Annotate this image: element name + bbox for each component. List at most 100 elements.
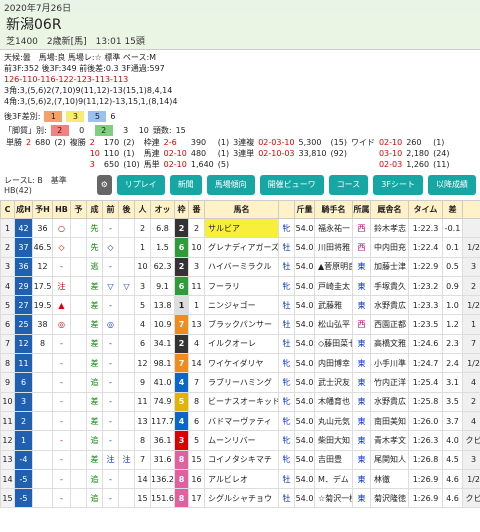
diff-label: 頭数:	[152, 125, 172, 135]
trainer-name[interactable]: 鈴木孝志	[370, 217, 409, 239]
newspaper-button[interactable]: 新聞	[169, 175, 202, 195]
extra-cell	[462, 217, 480, 239]
jockey-name[interactable]: 丸山元気	[314, 410, 353, 432]
gear-icon[interactable]: ⚙	[97, 175, 112, 195]
horse-name[interactable]: フーラリ	[204, 275, 279, 297]
trainer-name[interactable]: 高橋文雅	[370, 333, 409, 355]
horse-name[interactable]: アルビレオ	[204, 468, 279, 490]
trainer-name[interactable]: 小手川準	[370, 353, 409, 374]
course-button[interactable]: コース	[328, 175, 369, 195]
zen-cell: ▽	[102, 275, 119, 297]
result-row[interactable]: 2 37 46.5 ◇ 先 ◇ 1 1.5 6 10 グレナディアガーズ牡 54.0 川田将雅西中内田充…	[0, 237, 480, 258]
track-trend-button[interactable]: 馬場傾向	[206, 175, 255, 195]
result-row[interactable]: 9 6- 追 -9 41.0 4 7 ラブリーハミング牝 54.0 武士沢友東竹内正洋 1:25.4…	[0, 372, 480, 393]
horse-name[interactable]: コイノタシキマチ	[204, 449, 279, 470]
payout-cell: 390	[190, 138, 207, 147]
trainer-name[interactable]: 竹内正洋	[370, 372, 409, 393]
result-row[interactable]: 11 2- 差 -13 117.7 4 6 バドマーヴァティ牝 54.0 丸山元気東南田美知 1:2…	[0, 410, 480, 432]
horse-name[interactable]: ムーンリバー	[204, 430, 279, 451]
result-row[interactable]: 15-5-追-15151.6817シグルシャチョウ牡54.0☆菊沢一樹東菊沢隆徳…	[0, 488, 480, 509]
horse-name[interactable]: イルクオーレ	[204, 333, 279, 355]
mark-cell	[70, 237, 87, 258]
trainer-name[interactable]: 南田美知	[370, 410, 409, 432]
zen-cell: -	[102, 468, 119, 490]
trainer-name[interactable]: 林徹	[370, 468, 409, 490]
time-cell: 1:26.0	[408, 410, 443, 432]
result-row[interactable]: 3 36 12- 逃 -10 62.3 2 3 ハイバーミラクル牡 54.0 ▲菅原明良東加藤士津 1…	[0, 256, 480, 277]
jockey-name[interactable]: M．デム	[314, 468, 353, 490]
replay-button[interactable]: リプレイ	[116, 175, 165, 195]
result-row[interactable]: 1 42 36 ○ 先 -2 6.8 2 2 サルビア牝 54.0 福永祐一西鈴木孝志 1:22.3 -0…	[0, 217, 480, 239]
weight-cell: 54.0	[294, 256, 315, 277]
result-row[interactable]: 10 3- 差 -11 74.9 5 8 ビーナスオーキッド牝 54.0 木幡育也東水野貴広 1:2…	[0, 391, 480, 412]
jockey-name[interactable]: 戸崎圭太	[314, 275, 353, 297]
result-row[interactable]: 7 12 8- 差 -6 34.1 2 4 イルクオーレ牡 54.0 ◇藤田菜七東高橋文雅 1:24.…	[0, 333, 480, 355]
style-cell: 逃	[86, 256, 103, 277]
result-row[interactable]: 4 29 17.5 注差 ▽ ▽ 3 9.1 6 11 フーラリ牝 54.0 戸崎圭太東手塚貴久 1:23…	[0, 275, 480, 297]
trainer-name[interactable]: 西園正都	[370, 314, 409, 335]
trainer-name[interactable]: 加藤士津	[370, 256, 409, 277]
popularity-cell: 1	[134, 237, 151, 258]
horse-name[interactable]: グレナディアガーズ	[204, 237, 279, 258]
col-header[interactable]: C	[0, 200, 15, 219]
jockey-name[interactable]: 内田博幸	[314, 353, 353, 374]
affil-cell: 東	[352, 410, 371, 432]
result-row[interactable]: 8 11- 差 -12 98.1 7 14 ワイケイダリヤ牝 54.0 内田博幸東小手川準 1:24…	[0, 353, 480, 374]
sex-cell: 牝	[278, 217, 295, 239]
jockey-name[interactable]: 木幡育也	[314, 391, 353, 412]
extra-cell: 1	[462, 314, 480, 335]
jockey-name[interactable]: 武藤雅	[314, 295, 353, 316]
jockey-name[interactable]: ▲菅原明良	[314, 256, 353, 277]
trainer-name[interactable]: 手塚貴久	[370, 275, 409, 297]
trainer-name[interactable]: 水野貴広	[370, 391, 409, 412]
horse-name[interactable]: ブラックパンサー	[204, 314, 279, 335]
time-cell: 1:24.6	[408, 333, 443, 355]
odds-cell: 117.7	[150, 410, 175, 432]
horse-name[interactable]: ワイケイダリヤ	[204, 353, 279, 374]
trainer-name[interactable]: 中内田充	[370, 237, 409, 258]
result-row[interactable]: 5 27 19.5 ▲ 差 -5 13.8 1 1 ニンジャゴー牡 54.0 武藤雅東水野貴広 1:23…	[0, 295, 480, 316]
jockey-name[interactable]: 柴田大知	[314, 430, 353, 451]
jockey-name[interactable]: ☆菊沢一樹	[314, 488, 353, 509]
score-cell: 27	[14, 295, 33, 316]
jockey-name[interactable]: 松山弘平	[314, 314, 353, 335]
style-cell: 先	[86, 237, 103, 258]
3f-sheet-button[interactable]: 3Fシート	[373, 175, 423, 195]
mark-cell	[70, 468, 87, 490]
result-row[interactable]: 6 25 38 ◎ 差 ◎ 4 10.9 7 13 ブラックパンサー牡 54.0 松山弘平西西園正都 1:…	[0, 314, 480, 335]
meeting-viewer-button[interactable]: 開催ビューワ	[259, 175, 324, 195]
affil-cell: 東	[352, 353, 371, 374]
horse-name[interactable]: ニンジャゴー	[204, 295, 279, 316]
time-cell: 1:26.9	[408, 468, 443, 490]
result-row[interactable]: 14 -5- 追 -14 136.2 8 16 アルビレオ牡 54.0 M．デム東林徹 1:26.9…	[0, 468, 480, 490]
payout-cell	[231, 159, 256, 170]
jockey-name[interactable]: 川田将雅	[314, 237, 353, 258]
horse-name[interactable]: シグルシャチョウ	[204, 488, 279, 509]
horse-name[interactable]: ハイバーミラクル	[204, 256, 279, 277]
extra-cell: 1/2	[462, 295, 480, 316]
later-results-button[interactable]: 以降成績	[428, 175, 476, 195]
odds-cell: 9.1	[150, 275, 175, 297]
popularity-cell: 14	[134, 468, 151, 490]
horse-name[interactable]: バドマーヴァティ	[204, 410, 279, 432]
trainer-name[interactable]: 尾関知人	[370, 449, 409, 470]
jockey-name[interactable]: ◇藤田菜七	[314, 333, 353, 355]
horse-name[interactable]: ビーナスオーキッド	[204, 391, 279, 412]
toolbar: レースL: B 基準HB(42) ⚙ リプレイ 新聞 馬場傾向 開催ビューワ コ…	[0, 170, 480, 200]
pred-cell	[32, 410, 53, 432]
jockey-name[interactable]: 吉田豊	[314, 449, 353, 470]
horse-name[interactable]: ラブリーハミング	[204, 372, 279, 393]
col-header: 所属	[352, 200, 371, 219]
trainer-name[interactable]: 水野貴広	[370, 295, 409, 316]
mark-cell	[70, 410, 87, 432]
horse-name[interactable]: サルビア	[204, 217, 279, 239]
trainer-name[interactable]: 青木孝文	[370, 430, 409, 451]
zen-cell: -	[102, 372, 119, 393]
go-cell: 注	[118, 449, 135, 470]
trainer-name[interactable]: 菊沢隆徳	[370, 488, 409, 509]
result-row[interactable]: 13 -4- 差注注 7 31.6 8 15 コイノタシキマチ牝 54.0 吉田豊東尾関知人 1:2…	[0, 449, 480, 470]
jockey-name[interactable]: 福永祐一	[314, 217, 353, 239]
result-row[interactable]: 12 1- 追 -8 36.1 3 5 ムーンリバー牝 54.0 柴田大知東青木孝文 1:26.3 4…	[0, 430, 480, 451]
col-header: 番	[188, 200, 205, 219]
jockey-name[interactable]: 武士沢友	[314, 372, 353, 393]
